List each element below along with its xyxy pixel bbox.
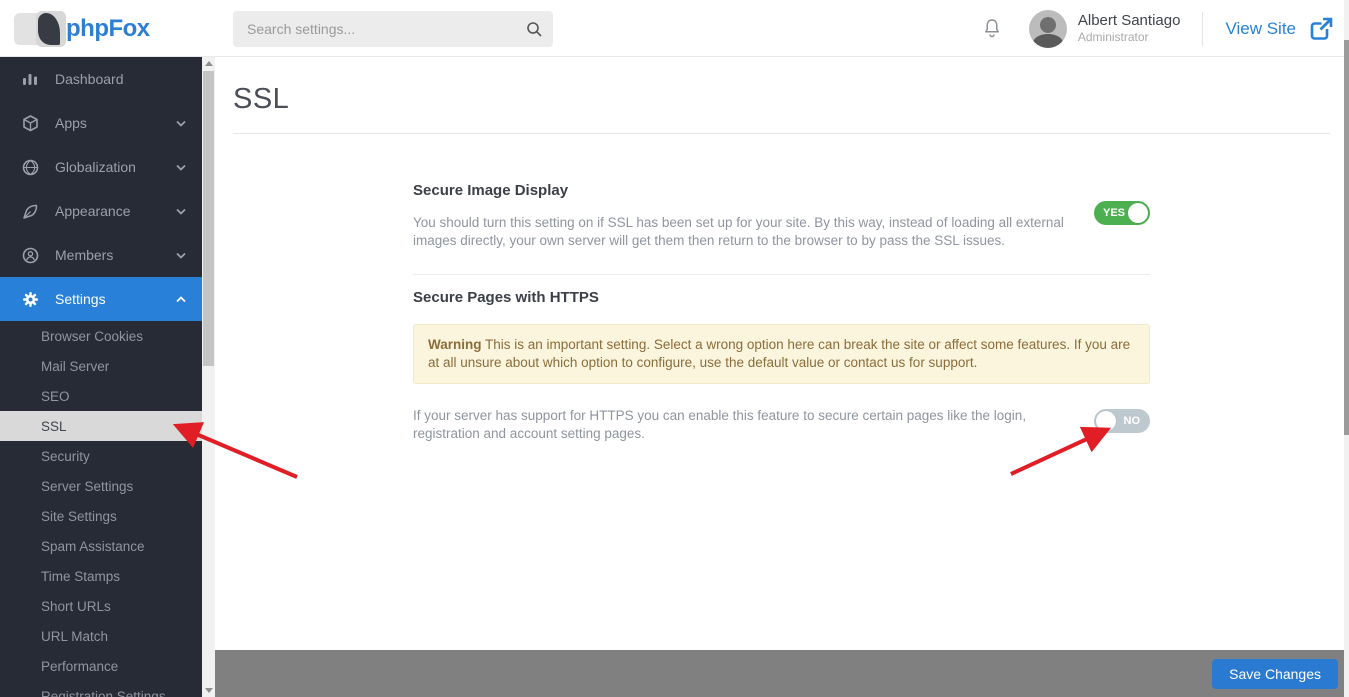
- phpfox-logo-icon: [14, 11, 66, 47]
- submenu-item-browser-cookies[interactable]: Browser Cookies: [0, 321, 202, 351]
- user-role: Administrator: [1077, 30, 1149, 45]
- sidebar-item-label: Appearance: [55, 203, 131, 219]
- submenu-item-time-stamps[interactable]: Time Stamps: [0, 561, 202, 591]
- submenu-item-server-settings[interactable]: Server Settings: [0, 471, 202, 501]
- warning-text: This is an important setting. Select a w…: [428, 337, 1131, 370]
- setting-row: If your server has support for HTTPS you…: [413, 407, 1150, 443]
- sidebar-item-members[interactable]: Members: [0, 233, 202, 277]
- save-changes-button[interactable]: Save Changes: [1212, 658, 1338, 689]
- submenu-item-security[interactable]: Security: [0, 441, 202, 471]
- sidebar-item-label: Globalization: [55, 159, 136, 175]
- submenu-item-performance[interactable]: Performance: [0, 651, 202, 681]
- setting-row: You should turn this setting on if SSL h…: [413, 199, 1150, 250]
- secure-image-display-toggle[interactable]: YES: [1094, 201, 1150, 225]
- sidebar-scrollbar-thumb[interactable]: [203, 71, 214, 366]
- sidebar-item-label: Apps: [55, 115, 87, 131]
- scrollbar-up-arrow[interactable]: [202, 57, 215, 70]
- toggle-label: YES: [1103, 207, 1126, 219]
- sidebar-item-settings[interactable]: Settings: [0, 277, 202, 321]
- submenu-item-registration-settings[interactable]: Registration Settings: [0, 681, 202, 697]
- submenu-item-short-urls[interactable]: Short URLs: [0, 591, 202, 621]
- chevron-down-icon: [176, 164, 186, 171]
- ssl-settings-form: Secure Image Display You should turn thi…: [413, 182, 1150, 443]
- sidebar-item-appearance[interactable]: Appearance: [0, 189, 202, 233]
- gear-icon: [22, 291, 41, 308]
- sidebar-item-apps[interactable]: Apps: [0, 101, 202, 145]
- scrollbar-down-arrow[interactable]: [202, 684, 215, 697]
- header-divider: [1202, 11, 1204, 46]
- page-scrollbar-thumb[interactable]: [1344, 40, 1349, 435]
- header: phpFox Albert Santiago Administrator Vie…: [0, 0, 1349, 57]
- secure-pages-https-toggle[interactable]: NO: [1094, 409, 1150, 433]
- chevron-down-icon: [176, 208, 186, 215]
- globe-icon: [22, 159, 41, 176]
- notifications-bell-icon[interactable]: [981, 17, 1003, 41]
- footer-action-bar: Save Changes: [215, 650, 1349, 697]
- sidebar-item-label: Members: [55, 247, 114, 263]
- sidebar-item-globalization[interactable]: Globalization: [0, 145, 202, 189]
- section-heading: Secure Pages with HTTPS: [413, 289, 599, 306]
- title-divider: [233, 133, 1330, 134]
- settings-submenu: Browser Cookies Mail Server SEO SSL Secu…: [0, 321, 202, 697]
- phpfox-logo[interactable]: phpFox: [14, 10, 150, 48]
- page-title: SSL: [233, 83, 290, 115]
- bar-chart-icon: [22, 71, 41, 87]
- setting-description: You should turn this setting on if SSL h…: [413, 215, 1064, 248]
- external-link-icon: [1310, 17, 1333, 40]
- submenu-item-mail-server[interactable]: Mail Server: [0, 351, 202, 381]
- page-head: SSL: [215, 57, 1349, 134]
- submenu-item-ssl[interactable]: SSL: [0, 411, 202, 441]
- user-avatar[interactable]: [1028, 9, 1067, 48]
- warning-label: Warning: [428, 337, 482, 352]
- cube-icon: [22, 114, 41, 132]
- user-meta[interactable]: Albert Santiago Administrator: [1078, 12, 1181, 46]
- view-site-label: View Site: [1225, 18, 1296, 38]
- page-scrollbar[interactable]: [1344, 0, 1349, 697]
- sidebar-nav: Dashboard Apps Globalization Appearance …: [0, 57, 202, 697]
- submenu-item-spam-assistance[interactable]: Spam Assistance: [0, 531, 202, 561]
- sidebar-item-label: Settings: [55, 291, 106, 307]
- submenu-item-site-settings[interactable]: Site Settings: [0, 501, 202, 531]
- chevron-down-icon: [176, 120, 186, 127]
- section-secure-pages-https: Secure Pages with HTTPS Warning This is …: [413, 275, 1150, 443]
- search-settings-box: [233, 11, 553, 47]
- submenu-item-seo[interactable]: SEO: [0, 381, 202, 411]
- main-content: SSL Secure Image Display You should turn…: [215, 57, 1349, 650]
- section-heading: Secure Image Display: [413, 182, 569, 199]
- member-icon: [22, 247, 41, 264]
- header-right-cluster: Albert Santiago Administrator View Site: [981, 0, 1335, 57]
- search-input[interactable]: [233, 21, 515, 37]
- chevron-down-icon: [176, 252, 186, 259]
- toggle-knob: [1128, 203, 1148, 223]
- setting-description: If your server has support for HTTPS you…: [413, 408, 1027, 441]
- phpfox-logo-text: phpFox: [66, 15, 150, 42]
- sidebar-item-label: Dashboard: [55, 71, 124, 87]
- chevron-up-icon: [176, 295, 186, 302]
- submenu-item-url-match[interactable]: URL Match: [0, 621, 202, 651]
- toggle-knob: [1096, 411, 1116, 431]
- user-name: Albert Santiago: [1077, 11, 1181, 29]
- view-site-link[interactable]: View Site: [1225, 16, 1335, 42]
- search-icon[interactable]: [515, 20, 553, 38]
- pen-icon: [22, 203, 41, 220]
- section-secure-image-display: Secure Image Display You should turn thi…: [413, 182, 1150, 275]
- warning-box: Warning This is an important setting. Se…: [413, 324, 1150, 384]
- toggle-label: NO: [1123, 415, 1141, 427]
- sidebar-item-dashboard[interactable]: Dashboard: [0, 57, 202, 101]
- sidebar-scrollbar[interactable]: [202, 57, 215, 697]
